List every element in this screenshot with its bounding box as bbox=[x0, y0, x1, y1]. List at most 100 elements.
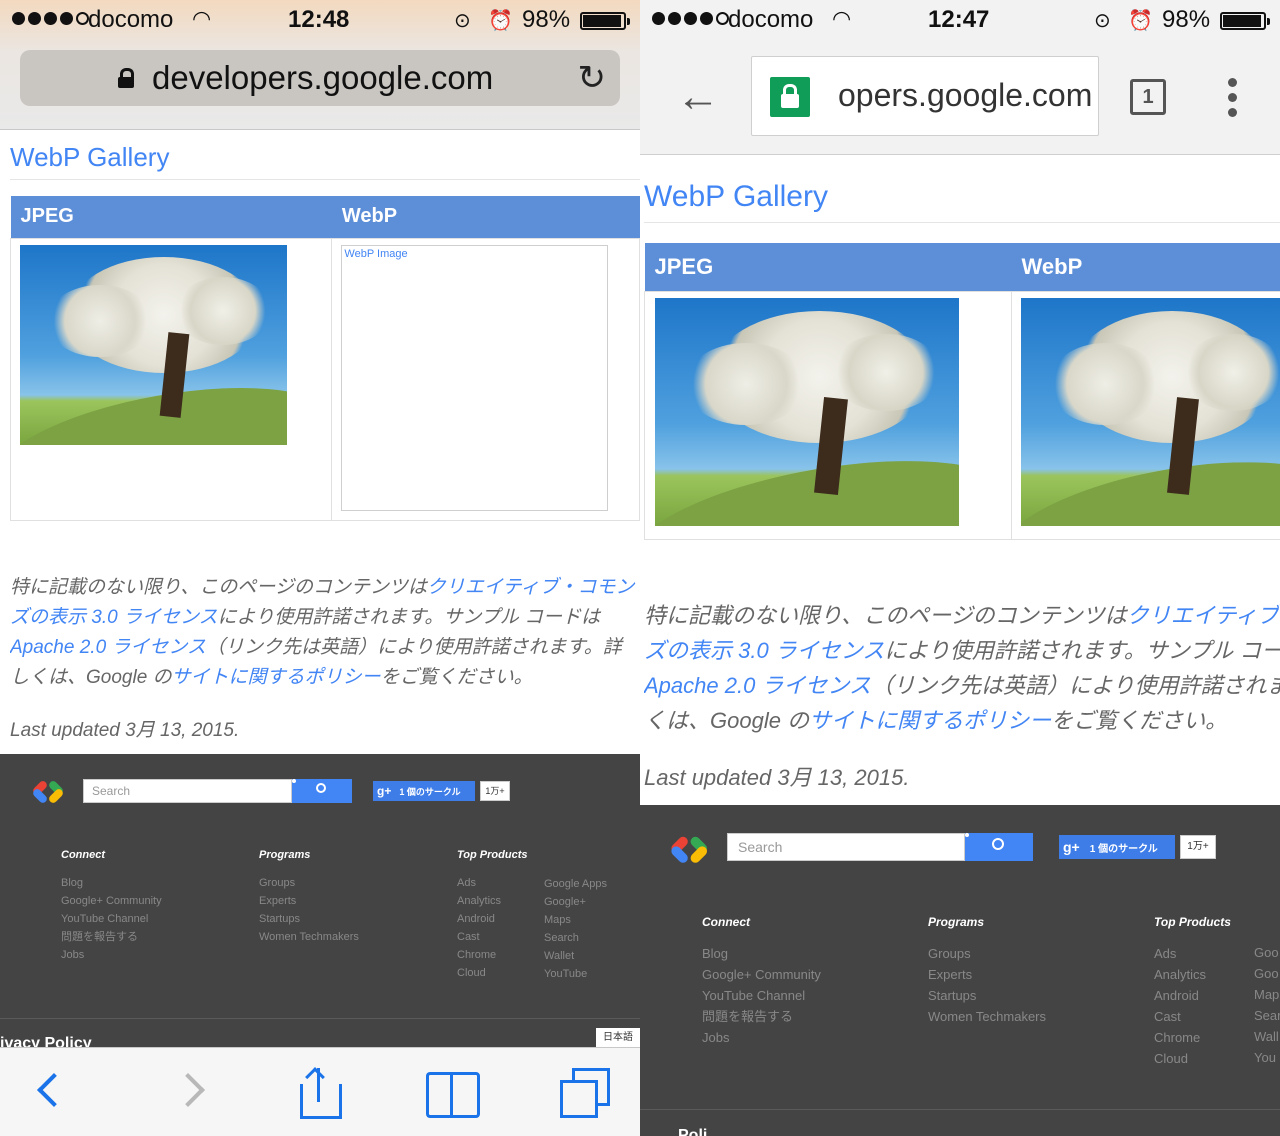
footer-search-input[interactable]: Search bbox=[83, 779, 292, 803]
footer-link[interactable]: Blog bbox=[702, 943, 821, 964]
footer-link[interactable]: Analytics bbox=[1154, 964, 1231, 985]
footer-link[interactable]: Startups bbox=[259, 910, 359, 928]
safari-screenshot: docomo ◠ 12:48 ⊙ ⏰ 98% developers.google… bbox=[0, 0, 640, 1136]
footer-link[interactable]: Experts bbox=[928, 964, 1046, 985]
footer-link[interactable]: Ads bbox=[457, 874, 527, 892]
footer-link[interactable]: YouTube Channel bbox=[702, 985, 821, 1006]
cc-license-link-cont[interactable]: ズの表示 3.0 ライセンス bbox=[644, 638, 884, 663]
google-plus-count: 1万+ bbox=[480, 781, 510, 801]
apache-license-link[interactable]: Apache 2.0 ライセンス bbox=[644, 673, 871, 698]
footer-link[interactable]: Cloud bbox=[1154, 1048, 1231, 1069]
lock-icon bbox=[118, 68, 134, 88]
omnibox[interactable]: opers.google.com bbox=[751, 56, 1099, 136]
alarm-icon: ⏰ bbox=[1128, 10, 1153, 32]
signal-dots-icon bbox=[652, 12, 729, 25]
footer-col-top-products-2: Google Apps Google+ Maps Search Wallet Y… bbox=[544, 875, 607, 983]
google-plus-follow-button[interactable]: g+ 1 個のサークル bbox=[1059, 835, 1175, 859]
footer-link[interactable]: Google+ Community bbox=[61, 892, 162, 910]
footer-link[interactable]: Cloud bbox=[457, 964, 527, 982]
footer-link[interactable]: Chrome bbox=[1154, 1027, 1231, 1048]
footer-link[interactable]: Android bbox=[1154, 985, 1231, 1006]
reload-icon[interactable]: ↻ bbox=[578, 58, 607, 98]
google-plus-follow-button[interactable]: g+ 1 個のサークル bbox=[373, 781, 475, 801]
battery-icon bbox=[580, 12, 630, 30]
google-plus-icon: g+ bbox=[377, 784, 392, 798]
footer-col-programs: Programs Groups Experts Startups Women T… bbox=[928, 915, 1046, 1027]
language-selector[interactable]: 日本語 bbox=[596, 1028, 640, 1048]
page-content: WebP Gallery JPEG WebP 特に記載のない限り、このページのコ… bbox=[640, 180, 1280, 792]
site-footer: Search g+ 1 個のサークル 1万+ Connect Blog Goog… bbox=[0, 754, 640, 1054]
tab-switcher-button[interactable]: 1 bbox=[1130, 79, 1166, 115]
header-webp: WebP bbox=[331, 196, 640, 238]
back-icon[interactable] bbox=[28, 1068, 78, 1118]
footer-search-input[interactable]: Search bbox=[727, 833, 965, 861]
footer-link[interactable]: Google+ Community bbox=[702, 964, 821, 985]
footer-link[interactable]: Map bbox=[1254, 984, 1280, 1005]
footer-link[interactable]: 問題を報告する bbox=[61, 928, 162, 946]
wifi-icon: ◠ bbox=[192, 6, 212, 31]
signal-dots-icon bbox=[12, 12, 89, 25]
url-text: developers.google.com bbox=[152, 59, 494, 96]
footer-link[interactable]: Android bbox=[457, 910, 527, 928]
google-plus-label: 1 個のサークル bbox=[399, 786, 461, 797]
search-icon bbox=[316, 783, 326, 793]
bookmarks-icon[interactable] bbox=[426, 1068, 480, 1118]
site-policy-link[interactable]: サイトに関するポリシー bbox=[172, 667, 381, 688]
privacy-policy-link[interactable]: Poli bbox=[678, 1127, 707, 1136]
footer-link[interactable]: Groups bbox=[259, 874, 359, 892]
clock: 12:47 bbox=[928, 6, 990, 33]
site-policy-link[interactable]: サイトに関するポリシー bbox=[809, 708, 1051, 733]
footer-col-connect: Connect Blog Google+ Community YouTube C… bbox=[702, 915, 821, 1048]
footer-link[interactable]: Maps bbox=[544, 911, 607, 929]
footer-link[interactable]: Analytics bbox=[457, 892, 527, 910]
footer-link[interactable]: 問題を報告する bbox=[702, 1006, 821, 1027]
footer-link[interactable]: Goo bbox=[1254, 963, 1280, 984]
safari-bottom-toolbar bbox=[0, 1047, 640, 1136]
apache-license-link[interactable]: Apache 2.0 ライセンス bbox=[10, 637, 206, 658]
google-plus-label: 1 個のサークル bbox=[1089, 843, 1158, 855]
footer-link[interactable]: Sear bbox=[1254, 1005, 1280, 1026]
footer-link[interactable]: YouTube Channel bbox=[61, 910, 162, 928]
footer-link[interactable]: Experts bbox=[259, 892, 359, 910]
wifi-icon: ◠ bbox=[832, 6, 852, 31]
tabs-icon[interactable] bbox=[556, 1068, 610, 1118]
page-content: WebP Gallery JPEG WebP WebP Image 特に記載のな… bbox=[0, 142, 640, 742]
footer-link[interactable]: Wall bbox=[1254, 1026, 1280, 1047]
footer-link[interactable]: Wallet bbox=[544, 947, 607, 965]
footer-link[interactable]: Groups bbox=[928, 943, 1046, 964]
footer-link[interactable]: Google Apps bbox=[544, 875, 607, 893]
footer-link[interactable]: Women Techmakers bbox=[259, 928, 359, 946]
broken-image-alt: WebP Image bbox=[344, 247, 408, 260]
jpeg-tree-image bbox=[655, 297, 959, 526]
alarm-icon: ⏰ bbox=[488, 10, 513, 32]
footer-link[interactable]: Google+ bbox=[544, 893, 607, 911]
footer-link[interactable]: Blog bbox=[61, 874, 162, 892]
footer-link[interactable]: Jobs bbox=[61, 946, 162, 964]
page-title: WebP Gallery bbox=[644, 180, 1280, 223]
footer-link[interactable]: Goo bbox=[1254, 942, 1280, 963]
broken-webp-image: WebP Image bbox=[341, 244, 609, 511]
cc-license-link[interactable]: クリエイティブ bbox=[1127, 603, 1279, 628]
jpeg-cell bbox=[9, 237, 333, 521]
footer-link[interactable]: Women Techmakers bbox=[928, 1006, 1046, 1027]
last-updated: Last updated 3月 13, 2015. bbox=[10, 719, 240, 741]
webp-tree-image bbox=[1021, 297, 1280, 526]
carrier-name: docomo bbox=[728, 6, 814, 33]
footer-link[interactable]: You bbox=[1254, 1047, 1280, 1068]
overflow-menu-icon[interactable] bbox=[1228, 78, 1238, 117]
footer-link[interactable]: YouTube bbox=[544, 965, 607, 983]
license-text: 特に記載のない限り、このページのコンテンツはクリエイティブ・コモンズの表示 3.… bbox=[10, 573, 640, 693]
footer-link[interactable]: Ads bbox=[1154, 943, 1231, 964]
footer-link[interactable]: Chrome bbox=[457, 946, 527, 964]
footer-link[interactable]: Jobs bbox=[702, 1027, 821, 1048]
footer-link[interactable]: Startups bbox=[928, 985, 1046, 1006]
forward-icon[interactable] bbox=[168, 1068, 218, 1118]
address-bar[interactable]: developers.google.com ↻ bbox=[20, 50, 620, 106]
footer-link[interactable]: Search bbox=[544, 929, 607, 947]
header-webp: WebP bbox=[1011, 243, 1280, 291]
license-text: 特に記載のない限り、このページのコンテンツはクリエイティブ ズの表示 3.0 ラ… bbox=[644, 598, 1280, 738]
footer-link[interactable]: Cast bbox=[1154, 1006, 1231, 1027]
footer-link[interactable]: Cast bbox=[457, 928, 527, 946]
back-arrow-icon[interactable]: ← bbox=[676, 72, 720, 122]
share-icon[interactable] bbox=[294, 1067, 344, 1119]
